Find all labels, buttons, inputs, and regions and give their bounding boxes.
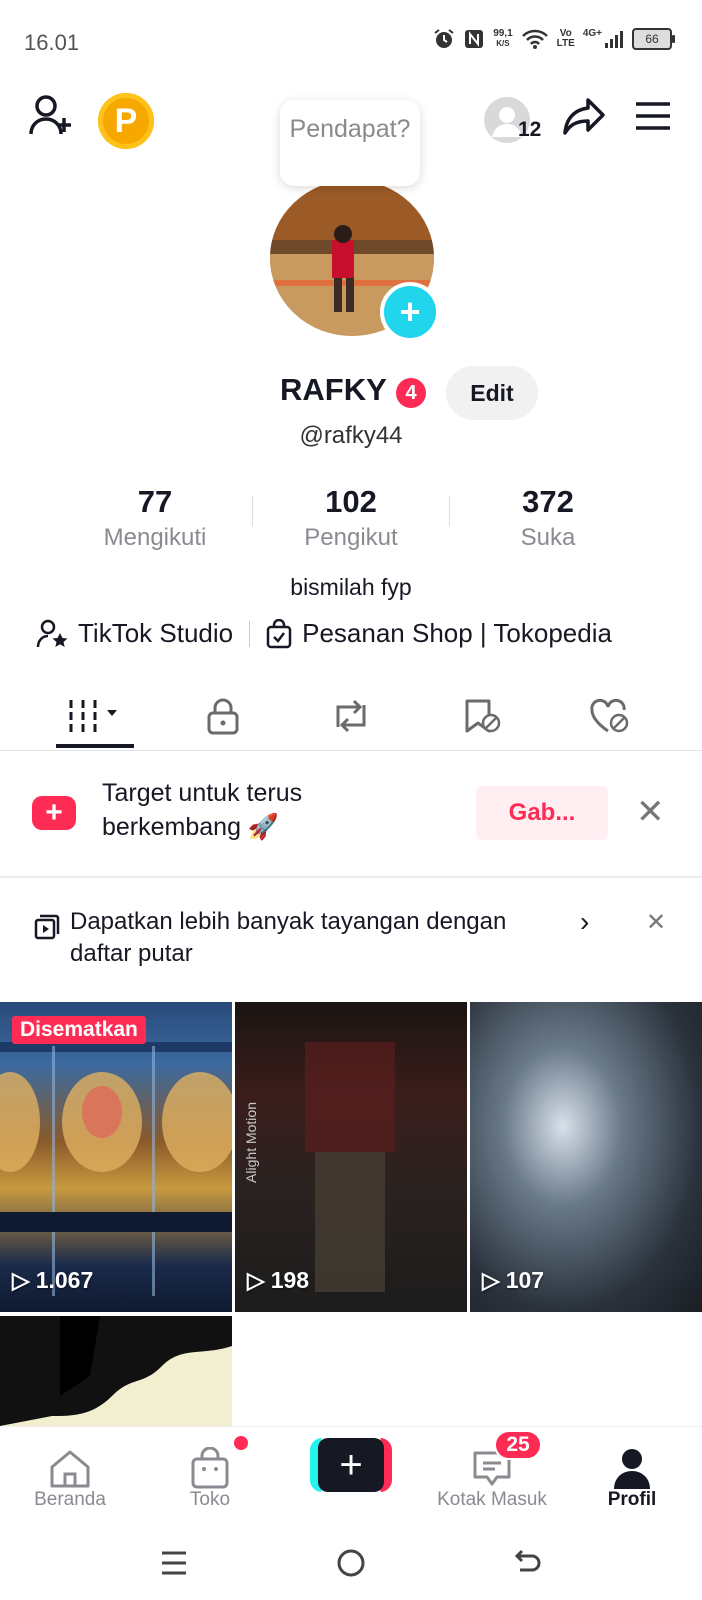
shopping-bag-check-icon xyxy=(266,618,292,648)
volte-indicator: Vo LTE xyxy=(556,28,575,49)
menu-icon[interactable] xyxy=(634,100,672,132)
thumbnail-art xyxy=(0,1042,232,1296)
target-plus-icon: + xyxy=(32,796,76,830)
shop-orders-link[interactable]: Pesanan Shop | Tokopedia xyxy=(266,618,612,649)
profile-handle: @rafky44 xyxy=(299,422,403,449)
links-divider xyxy=(249,620,251,647)
nav-label: Profil xyxy=(607,1489,657,1510)
profile-links: TikTok Studio Pesanan Shop | Tokopedia xyxy=(36,618,612,649)
video-thumbnail[interactable] xyxy=(0,1316,232,1426)
nav-label: Kotak Masuk xyxy=(437,1489,547,1510)
back-icon[interactable] xyxy=(512,1548,542,1578)
join-button[interactable]: Gab... xyxy=(476,786,608,840)
tabs-divider xyxy=(0,750,702,751)
coin-icon[interactable]: P xyxy=(98,93,154,149)
view-count: ▷ 198 xyxy=(247,1267,310,1293)
video-thumbnail[interactable]: Alight Motion ▷ 198 xyxy=(235,1002,467,1312)
play-icon: ▷ xyxy=(12,1267,30,1293)
profile-views-count: 12 xyxy=(518,118,542,141)
nav-label: Toko xyxy=(189,1489,231,1510)
view-count: ▷ 1.067 xyxy=(12,1267,94,1293)
stat-label: Suka xyxy=(520,524,576,551)
name-badge[interactable]: 4 xyxy=(396,378,426,408)
tab-private[interactable] xyxy=(168,686,278,746)
recent-apps-icon[interactable] xyxy=(160,1550,188,1576)
stat-value: 102 xyxy=(325,484,377,519)
edit-profile-button[interactable]: Edit xyxy=(446,366,538,420)
stat-label: Pengikut xyxy=(304,524,398,551)
nfc-icon xyxy=(465,30,484,48)
view-count: ▷ 107 xyxy=(482,1267,545,1293)
signal-indicator: 4G+ xyxy=(583,29,624,49)
target-banner-text: Target untuk terus berkembang 🚀 xyxy=(102,779,303,841)
nav-label: Beranda xyxy=(34,1489,106,1510)
shop-notification-dot xyxy=(232,1434,250,1452)
battery-indicator: 66 xyxy=(632,28,675,50)
tab-favorites[interactable] xyxy=(426,686,536,746)
stat-value: 372 xyxy=(522,484,574,519)
video-thumbnail[interactable]: ▷ 107 xyxy=(470,1002,702,1312)
tab-liked[interactable] xyxy=(554,686,664,746)
nav-home[interactable]: Beranda xyxy=(0,1427,140,1511)
share-icon[interactable] xyxy=(562,96,606,136)
stat-likes[interactable]: 372 Suka xyxy=(448,484,648,552)
shop-bag-icon xyxy=(191,1447,229,1489)
thumbnail-art xyxy=(305,1042,395,1292)
watermark: Alight Motion xyxy=(243,1102,259,1183)
videos-grid-icon xyxy=(69,700,117,732)
profile-icon xyxy=(614,1449,650,1489)
status-icons: 99,1 K/S Vo LTE 4G+ 66 xyxy=(433,28,675,50)
network-speed: 99,1 K/S xyxy=(493,28,513,49)
stat-label: Mengikuti xyxy=(103,524,207,551)
home-circle-icon[interactable] xyxy=(336,1548,366,1578)
status-bar: 16.01 99,1 K/S Vo LTE 4G+ 66 xyxy=(0,0,702,88)
dismiss-icon[interactable]: ✕ xyxy=(646,908,666,937)
favorites-icon xyxy=(465,699,501,733)
tiktok-studio-link[interactable]: TikTok Studio xyxy=(36,618,233,649)
inbox-badge: 25 xyxy=(494,1430,542,1460)
plus-icon: + xyxy=(318,1438,384,1492)
speech-bubble[interactable]: Pendapat? xyxy=(280,100,420,186)
studio-icon xyxy=(36,619,68,647)
play-icon: ▷ xyxy=(482,1267,500,1293)
thumbnail-art xyxy=(0,1316,232,1426)
wifi-icon xyxy=(521,29,548,49)
alarm-icon xyxy=(434,29,454,48)
home-icon xyxy=(50,1450,90,1488)
section-divider xyxy=(0,876,702,878)
nav-profile[interactable]: Profil xyxy=(562,1427,702,1511)
lock-icon xyxy=(207,698,239,735)
system-navigation xyxy=(0,1526,702,1600)
profile-bio: bismilah fyp xyxy=(290,574,412,600)
status-time: 16.01 xyxy=(24,30,80,55)
pinned-badge: Disematkan xyxy=(12,1016,146,1044)
chevron-right-icon[interactable]: › xyxy=(580,906,589,938)
add-friend-icon[interactable] xyxy=(28,94,74,138)
video-thumbnail[interactable]: Disematkan ▷ 1.067 xyxy=(0,1002,232,1312)
liked-icon xyxy=(590,698,629,733)
tab-reposts[interactable] xyxy=(296,686,406,746)
profile-username: RAFKY xyxy=(280,372,387,407)
stat-followers[interactable]: 102 Pengikut xyxy=(251,484,451,552)
tab-videos[interactable] xyxy=(40,686,150,746)
signal-icon xyxy=(605,31,623,48)
add-story-button[interactable]: + xyxy=(380,282,440,342)
stat-following[interactable]: 77 Mengikuti xyxy=(55,484,255,552)
repost-icon xyxy=(336,699,366,733)
playlist-tip-text: Dapatkan lebih banyak tayangan dengan da… xyxy=(70,908,507,967)
playlist-icon xyxy=(34,914,60,940)
stat-value: 77 xyxy=(137,484,173,519)
play-icon: ▷ xyxy=(247,1267,265,1293)
create-button[interactable]: + xyxy=(310,1438,392,1492)
tab-active-indicator xyxy=(56,744,134,748)
shop-orders-label: Pesanan Shop | Tokopedia xyxy=(302,618,612,648)
nav-shop[interactable]: Toko xyxy=(140,1427,280,1511)
close-icon[interactable]: ✕ xyxy=(636,792,665,832)
studio-label: TikTok Studio xyxy=(78,618,234,648)
